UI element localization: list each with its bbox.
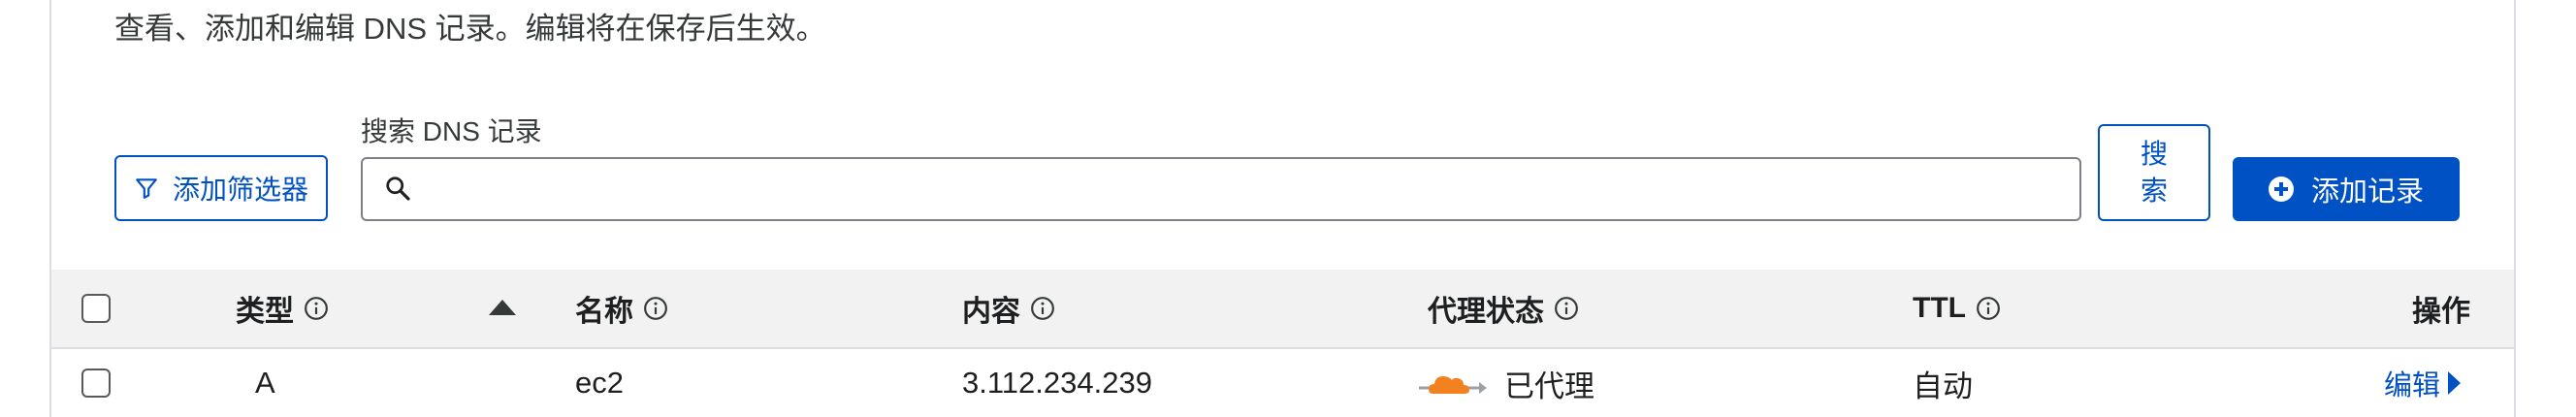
column-type-label: 类型 <box>236 296 294 328</box>
proxy-status-text: 已代理 <box>1504 369 1594 403</box>
info-icon[interactable] <box>1030 296 1055 321</box>
record-type: A <box>255 366 275 400</box>
record-content: 3.112.234.239 <box>962 366 1152 400</box>
record-proxy-status: 已代理 <box>1419 349 1594 417</box>
column-actions-label: 操作 <box>2412 296 2470 328</box>
column-actions: 操作 <box>2412 270 2470 347</box>
edit-record[interactable]: 编辑 <box>2384 349 2462 417</box>
column-proxy-status-label: 代理状态 <box>1428 296 1544 328</box>
column-content[interactable]: 内容 <box>962 270 1055 347</box>
column-type[interactable]: 类型 <box>236 270 329 347</box>
column-name[interactable]: 名称 <box>575 270 668 347</box>
plus-circle-icon <box>2268 176 2294 202</box>
page-description: 查看、添加和编辑 DNS 记录。编辑将在保存后生效。 <box>114 12 826 46</box>
select-all-checkbox[interactable] <box>81 294 111 323</box>
column-ttl[interactable]: TTL <box>1913 270 2001 347</box>
column-ttl-label: TTL <box>1913 292 1966 324</box>
chevron-right-icon <box>2448 371 2462 395</box>
table-row: A ec2 3.112.234.239 已代理 自动 编辑 <box>51 349 2514 417</box>
search-label: 搜索 DNS 记录 <box>361 116 542 146</box>
add-filter-button[interactable]: 添加筛选器 <box>114 155 328 221</box>
search-input[interactable] <box>413 158 2079 220</box>
add-record-button[interactable]: 添加记录 <box>2233 157 2460 221</box>
card-border-right <box>2514 0 2516 417</box>
proxied-cloud-icon <box>1419 376 1487 394</box>
column-name-label: 名称 <box>575 296 633 328</box>
sort-ascending-icon[interactable] <box>489 300 516 315</box>
row-checkbox[interactable] <box>81 369 111 398</box>
record-ttl: 自动 <box>1913 369 1973 403</box>
edit-link[interactable]: 编辑 <box>2384 363 2462 403</box>
edit-label: 编辑 <box>2384 370 2441 401</box>
search-field[interactable] <box>361 157 2081 221</box>
filter-icon <box>136 178 157 199</box>
info-icon[interactable] <box>304 296 329 321</box>
table-header: 类型 名称 内容 代理状态 TTL 操作 <box>51 270 2514 349</box>
record-name: ec2 <box>575 366 624 400</box>
column-proxy-status[interactable]: 代理状态 <box>1428 270 1579 347</box>
info-icon[interactable] <box>1976 296 2001 321</box>
column-content-label: 内容 <box>962 296 1020 328</box>
add-filter-label: 添加筛选器 <box>172 175 308 205</box>
add-record-label: 添加记录 <box>2310 176 2424 208</box>
search-icon <box>386 176 410 201</box>
search-button[interactable]: 搜索 <box>2098 124 2210 221</box>
info-icon[interactable] <box>643 296 668 321</box>
info-icon[interactable] <box>1554 296 1579 321</box>
